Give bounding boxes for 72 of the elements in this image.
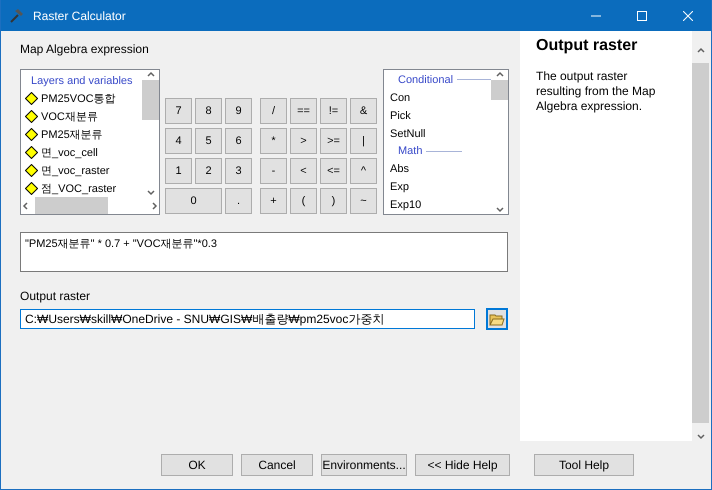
output-path-field[interactable]: C:₩Users₩skill₩OneDrive - SNU₩GIS₩배출량₩pm25voc가중치 [20, 309, 475, 329]
operator-key[interactable]: | [350, 128, 377, 154]
operator-key[interactable]: + [260, 188, 287, 214]
key[interactable]: 2 [195, 158, 222, 184]
browse-button[interactable] [486, 308, 508, 330]
layer-item[interactable]: PM25재분류 [41, 127, 103, 142]
layer-icon [25, 182, 38, 195]
dialog-button[interactable]: Cancel [241, 454, 313, 476]
operator-key[interactable]: != [320, 98, 347, 124]
close-icon [683, 10, 693, 20]
operator-key[interactable]: * [260, 128, 287, 154]
key[interactable]: 4 [165, 128, 192, 154]
key[interactable]: 8 [195, 98, 222, 124]
key[interactable]: 6 [225, 128, 252, 154]
operator-key[interactable]: ~ [350, 188, 377, 214]
operator-key[interactable]: ) [320, 188, 347, 214]
layer-item[interactable]: PM25VOC통합 [41, 91, 116, 106]
group-header: Math [398, 145, 422, 158]
key[interactable]: 9 [225, 98, 252, 124]
operator-key[interactable]: <= [320, 158, 347, 184]
function-item[interactable]: Abs [390, 163, 409, 176]
function-item[interactable]: SetNull [390, 128, 426, 140]
layer-item[interactable]: 면_voc_raster [41, 162, 110, 178]
key[interactable]: . [225, 188, 252, 214]
operator-key[interactable]: ( [290, 188, 317, 214]
layer-icon [25, 110, 38, 124]
function-item[interactable]: Con [390, 92, 410, 104]
key[interactable]: 7 [165, 98, 192, 124]
folder-icon [489, 312, 505, 326]
function-item[interactable]: Pick [390, 110, 411, 122]
scrollbar[interactable] [491, 70, 508, 214]
operator-key[interactable]: / [260, 98, 287, 124]
header-rule [426, 150, 462, 152]
operator-key[interactable]: > [290, 128, 317, 154]
operator-key[interactable]: >= [320, 128, 347, 154]
dialog-button[interactable]: OK [161, 454, 233, 476]
key[interactable]: 5 [195, 128, 222, 154]
layer-icon [25, 146, 38, 159]
group-header: Conditional [398, 74, 454, 86]
help-title: Output raster [536, 37, 638, 55]
expression-field[interactable]: "PM25재분류" * 0.7 + "VOC재분류"*0.3 [20, 232, 508, 272]
operator-key[interactable]: & [350, 98, 377, 124]
dialog-button[interactable]: << Hide Help [415, 454, 510, 476]
key[interactable]: 0 [165, 188, 222, 214]
layer-item[interactable]: VOC재분류 [41, 109, 98, 124]
maximize-icon [637, 10, 647, 20]
window-title: Raster Calculator [33, 8, 127, 22]
dialog-button[interactable]: Tool Help [534, 454, 634, 476]
layer-icon [25, 128, 38, 141]
layer-item[interactable]: 면_voc_cell [41, 144, 98, 160]
dialog-button[interactable]: Environments... [321, 454, 407, 476]
help-text: The output raster resulting from the Map Algebra expression. [536, 69, 656, 114]
layer-icon [25, 92, 38, 106]
layer-item[interactable]: 점_VOC_raster [41, 180, 116, 196]
output-label: Output raster [20, 289, 90, 303]
expression-label: Map Algebra expression [20, 41, 150, 57]
scrollbar-thumb[interactable] [491, 80, 508, 100]
horizontal-scrollbar[interactable] [21, 197, 159, 214]
operator-key[interactable]: == [290, 98, 317, 124]
scrollbar-thumb[interactable] [35, 197, 108, 214]
layer-icon [25, 164, 38, 177]
operator-key[interactable]: - [260, 158, 287, 184]
operator-key[interactable]: ^ [350, 158, 377, 184]
function-item[interactable]: Exp10 [390, 199, 422, 212]
header-rule [457, 79, 491, 80]
scrollbar-thumb[interactable] [142, 80, 159, 120]
hammer-icon [9, 8, 25, 24]
key[interactable]: 3 [225, 158, 252, 184]
key[interactable]: 1 [165, 158, 192, 184]
operator-key[interactable]: < [290, 158, 317, 184]
function-item[interactable]: Exp [390, 181, 409, 194]
list-header: Layers and variables [31, 74, 133, 87]
